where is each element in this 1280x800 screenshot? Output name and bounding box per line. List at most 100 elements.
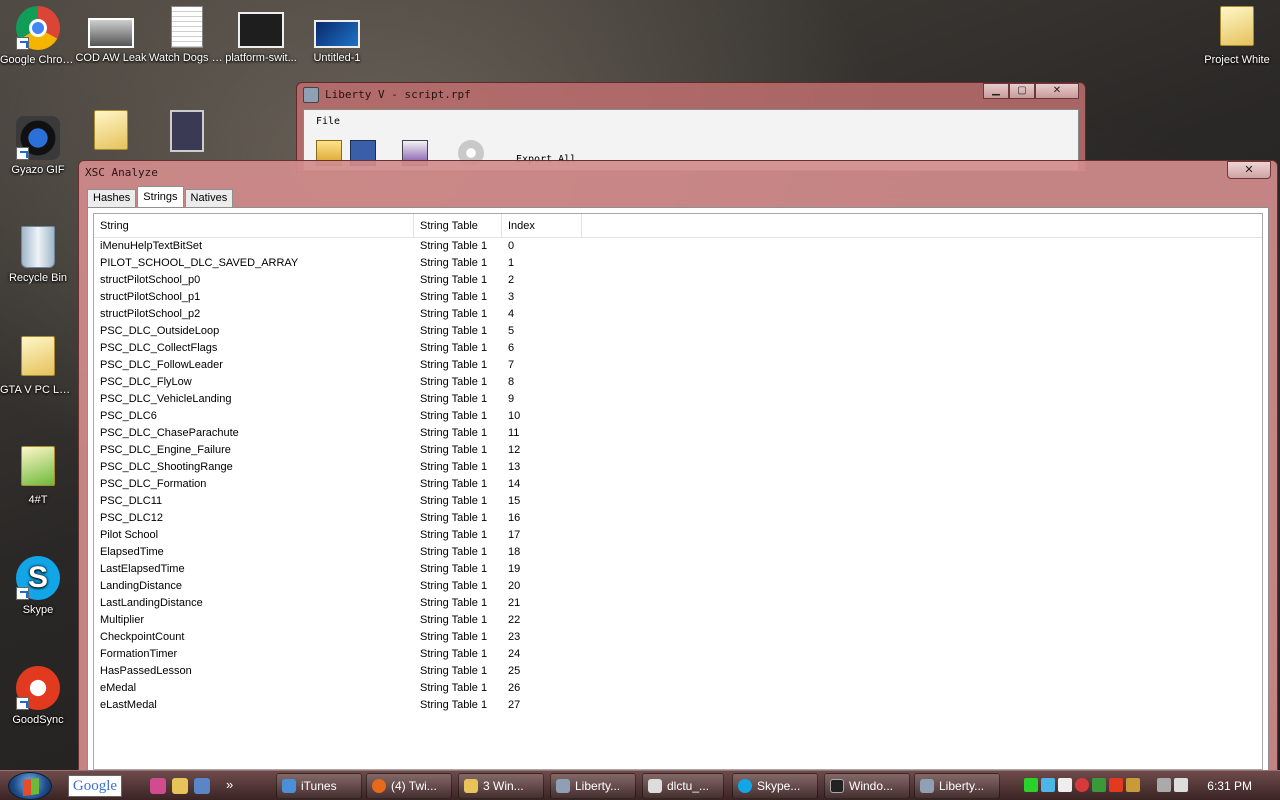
tray-green-icon[interactable] (1024, 778, 1038, 792)
tray-pen-icon[interactable] (1126, 778, 1140, 792)
close-button[interactable]: ✕ (1035, 83, 1079, 99)
desktop-icon-gta-v-pc-leaks[interactable]: GTA V PC Leaks (0, 336, 76, 396)
list-item[interactable]: PSC_DLC_OutsideLoop String Table 1 5 (94, 323, 1262, 340)
list-item[interactable]: eLastMedal String Table 1 27 (94, 697, 1262, 714)
list-item[interactable]: PSC_DLC_Engine_Failure String Table 1 12 (94, 442, 1262, 459)
desktop-icon-4t[interactable]: 4#T (0, 446, 76, 506)
cell-string: eMedal (100, 682, 137, 694)
cell-string: PSC_DLC_FlyLow (100, 376, 192, 388)
taskbar-button-explorer[interactable]: 3 Win... (458, 773, 544, 799)
desktop-icon-untitled-1[interactable]: Untitled-1 (299, 6, 375, 64)
list-item[interactable]: CheckpointCount String Table 1 23 (94, 629, 1262, 646)
overflow-chevron-icon[interactable]: » (226, 778, 233, 794)
list-item[interactable]: structPilotSchool_p2 String Table 1 4 (94, 306, 1262, 323)
list-item[interactable]: PSC_DLC6 String Table 1 10 (94, 408, 1262, 425)
list-item[interactable]: LastLandingDistance String Table 1 21 (94, 595, 1262, 612)
tray-network-icon[interactable] (1157, 778, 1171, 792)
app-icon (303, 87, 319, 103)
wand-icon[interactable] (172, 778, 188, 794)
list-item[interactable]: PSC_DLC_ShootingRange String Table 1 13 (94, 459, 1262, 476)
cell-string: structPilotSchool_p1 (100, 291, 201, 303)
cell-index: 5 (508, 325, 515, 337)
column-header-string[interactable]: String (94, 214, 414, 238)
list-item[interactable]: structPilotSchool_p0 String Table 1 2 (94, 272, 1262, 289)
recycle-bin-icon (21, 226, 55, 268)
list-item[interactable]: PSC_DLC_FollowLeader String Table 1 7 (94, 357, 1262, 374)
desktop-icon-watch-dogs[interactable]: Watch Dogs Shit (149, 6, 225, 64)
desktop-icon-skype[interactable]: S Skype (0, 556, 76, 616)
list-item[interactable]: PSC_DLC11 String Table 1 15 (94, 493, 1262, 510)
cell-string-table: String Table 1 (420, 682, 488, 694)
list-item[interactable]: FormationTimer String Table 1 24 (94, 646, 1262, 663)
list-item[interactable]: PSC_DLC12 String Table 1 16 (94, 510, 1262, 527)
liberty-v-window[interactable]: Liberty V - script.rpf ▁ ▢ ✕ File Export… (296, 82, 1086, 172)
desktop-folder-partial[interactable] (73, 110, 149, 158)
menu-file[interactable]: File (316, 116, 340, 127)
cell-index: 9 (508, 393, 515, 405)
list-item[interactable]: PSC_DLC_FlyLow String Table 1 8 (94, 374, 1262, 391)
cell-index: 22 (508, 614, 521, 626)
list-item[interactable]: PSC_DLC_ChaseParachute String Table 1 11 (94, 425, 1262, 442)
taskbar-button-dlctu[interactable]: dlctu_... (642, 773, 724, 799)
taskbar-button-windows[interactable]: Windo... (824, 773, 910, 799)
list-item[interactable]: ElapsedTime String Table 1 18 (94, 544, 1262, 561)
list-item[interactable]: PILOT_SCHOOL_DLC_SAVED_ARRAY String Table… (94, 255, 1262, 272)
list-item[interactable]: HasPassedLesson String Table 1 25 (94, 663, 1262, 680)
minimize-button[interactable]: ▁ (983, 83, 1009, 99)
window-title: XSC Analyze (85, 166, 158, 179)
list-item[interactable]: LastElapsedTime String Table 1 19 (94, 561, 1262, 578)
list-item[interactable]: Multiplier String Table 1 22 (94, 612, 1262, 629)
column-header-index[interactable]: Index (502, 214, 582, 238)
desktop-icon-recycle-bin[interactable]: Recycle Bin (0, 226, 76, 284)
tray-shield-icon[interactable] (1109, 778, 1123, 792)
paint-icon[interactable] (150, 778, 166, 794)
cell-index: 20 (508, 580, 521, 592)
taskbar-button-itunes[interactable]: iTunes (276, 773, 362, 799)
list-item[interactable]: LandingDistance String Table 1 20 (94, 578, 1262, 595)
list-item[interactable]: structPilotSchool_p1 String Table 1 3 (94, 289, 1262, 306)
list-item[interactable]: iMenuHelpTextBitSet String Table 1 0 (94, 238, 1262, 255)
show-desktop-icon[interactable] (194, 778, 210, 794)
cell-string: PSC_DLC_ChaseParachute (100, 427, 239, 439)
maximize-button[interactable]: ▢ (1009, 83, 1035, 99)
list-item[interactable]: PSC_DLC_VehicleLanding String Table 1 9 (94, 391, 1262, 408)
taskbar-button-firefox[interactable]: (4) Twi... (366, 773, 452, 799)
cell-string-table: String Table 1 (420, 427, 488, 439)
cell-string-table: String Table 1 (420, 631, 488, 643)
tab-strings[interactable]: Strings (137, 186, 184, 207)
close-button[interactable]: ✕ (1227, 161, 1271, 179)
taskbar-button-liberty-1[interactable]: Liberty... (550, 773, 636, 799)
column-header-string-table[interactable]: String Table (414, 214, 502, 238)
tray-calendar-icon[interactable] (1058, 778, 1072, 792)
list-item[interactable]: PSC_DLC_Formation String Table 1 14 (94, 476, 1262, 493)
desktop-icon-gyazo-gif[interactable]: Gyazo GIF (0, 116, 76, 176)
tab-hashes[interactable]: Hashes (87, 189, 137, 207)
start-button[interactable] (8, 772, 52, 800)
desktop-icon-cod-aw-leak[interactable]: COD AW Leak (73, 6, 149, 64)
cell-index: 24 (508, 648, 521, 660)
google-toolbar[interactable]: Google (68, 775, 122, 797)
desktop-icon-platform-switch[interactable]: platform-swit... (223, 6, 299, 64)
cell-index: 16 (508, 512, 521, 524)
list-item[interactable]: eMedal String Table 1 26 (94, 680, 1262, 697)
strings-list[interactable]: String String Table Index iMenuHelpTextB… (93, 213, 1263, 770)
cell-string-table: String Table 1 (420, 325, 488, 337)
desktop-icon-project-white[interactable]: Project White (1199, 6, 1275, 66)
cell-string: Multiplier (100, 614, 145, 626)
desktop-icon-goodsync[interactable]: GoodSync (0, 666, 76, 726)
tab-natives[interactable]: Natives (184, 189, 234, 207)
desktop-clipboard-partial[interactable] (149, 110, 225, 156)
desktop-icon-google-chrome[interactable]: Google Chrome (0, 6, 76, 66)
clock[interactable]: 6:31 PM (1207, 771, 1252, 800)
taskbar-button-liberty-2[interactable]: Liberty... (914, 773, 1000, 799)
tray-x-icon[interactable] (1075, 778, 1089, 792)
list-item[interactable]: PSC_DLC_CollectFlags String Table 1 6 (94, 340, 1262, 357)
list-item[interactable]: Pilot School String Table 1 17 (94, 527, 1262, 544)
system-tray (1024, 778, 1188, 792)
cell-index: 19 (508, 563, 521, 575)
xsc-analyze-window[interactable]: XSC Analyze ✕ Hashes Strings Natives Str… (78, 160, 1278, 772)
taskbar-button-skype[interactable]: Skype... (732, 773, 818, 799)
tray-check-icon[interactable] (1092, 778, 1106, 792)
tray-volume-icon[interactable] (1174, 778, 1188, 792)
tray-search-icon[interactable] (1041, 778, 1055, 792)
